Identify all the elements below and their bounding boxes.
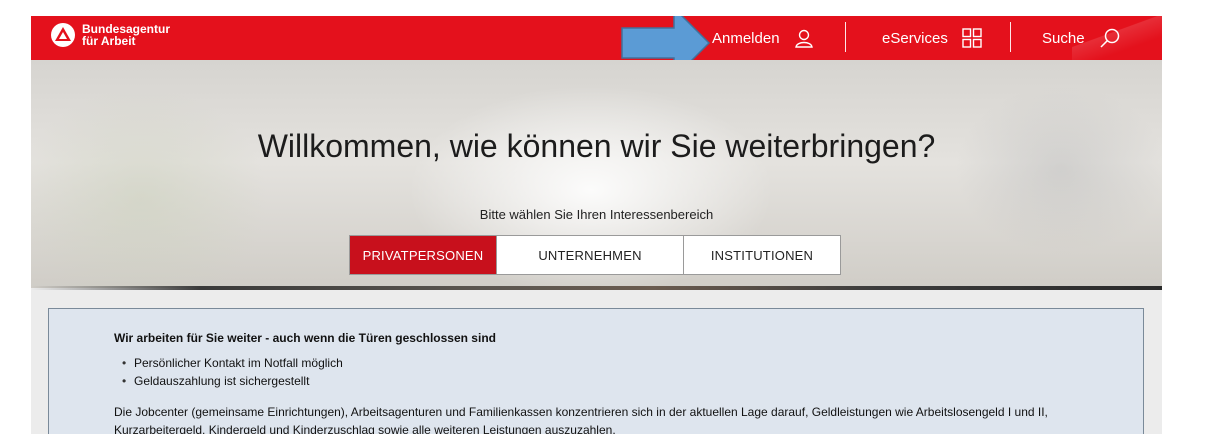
- site-header: Bundesagentur für Arbeit Anmelden eServi…: [31, 16, 1162, 60]
- eservices-link[interactable]: eServices: [882, 16, 982, 60]
- user-icon: [794, 28, 814, 48]
- hero-section: Willkommen, wie können wir Sie weiterbri…: [31, 60, 1162, 290]
- logo-text: Bundesagentur für Arbeit: [82, 23, 170, 47]
- search-link[interactable]: Suche: [1042, 16, 1121, 60]
- notice-box: Wir arbeiten für Sie weiter - auch wenn …: [48, 308, 1144, 434]
- nav-divider: [1010, 22, 1011, 52]
- notice-bullets: Persönlicher Kontakt im Notfall möglich …: [122, 354, 343, 390]
- notice-title: Wir arbeiten für Sie weiter - auch wenn …: [114, 331, 496, 345]
- hero-subtitle: Bitte wählen Sie Ihren Interessenbereich: [479, 207, 714, 222]
- list-item: Persönlicher Kontakt im Notfall möglich: [122, 354, 343, 372]
- tab-unternehmen[interactable]: UNTERNEHMEN: [496, 236, 683, 274]
- list-item: Geldauszahlung ist sichergestellt: [122, 372, 343, 390]
- audience-tabs: PRIVATPERSONEN UNTERNEHMEN INSTITUTIONEN: [349, 235, 841, 275]
- logo-icon: [51, 23, 75, 47]
- logo[interactable]: Bundesagentur für Arbeit: [51, 23, 170, 47]
- login-label: Anmelden: [712, 29, 780, 47]
- grid-icon: [962, 28, 982, 48]
- nav-divider: [845, 22, 846, 52]
- eservices-label: eServices: [882, 29, 948, 47]
- logo-line-2: für Arbeit: [82, 34, 136, 48]
- hero-title: Willkommen, wie können wir Sie weiterbri…: [257, 128, 936, 164]
- search-label: Suche: [1042, 29, 1085, 47]
- tab-privatpersonen[interactable]: PRIVATPERSONEN: [350, 236, 496, 274]
- login-link[interactable]: Anmelden: [712, 16, 814, 60]
- tab-institutionen[interactable]: INSTITUTIONEN: [683, 236, 840, 274]
- page-frame: Bundesagentur für Arbeit Anmelden eServi…: [31, 16, 1162, 434]
- notice-body: Die Jobcenter (gemeinsame Einrichtungen)…: [114, 405, 1048, 434]
- search-icon: [1099, 27, 1121, 49]
- hero-divider: [31, 286, 1162, 290]
